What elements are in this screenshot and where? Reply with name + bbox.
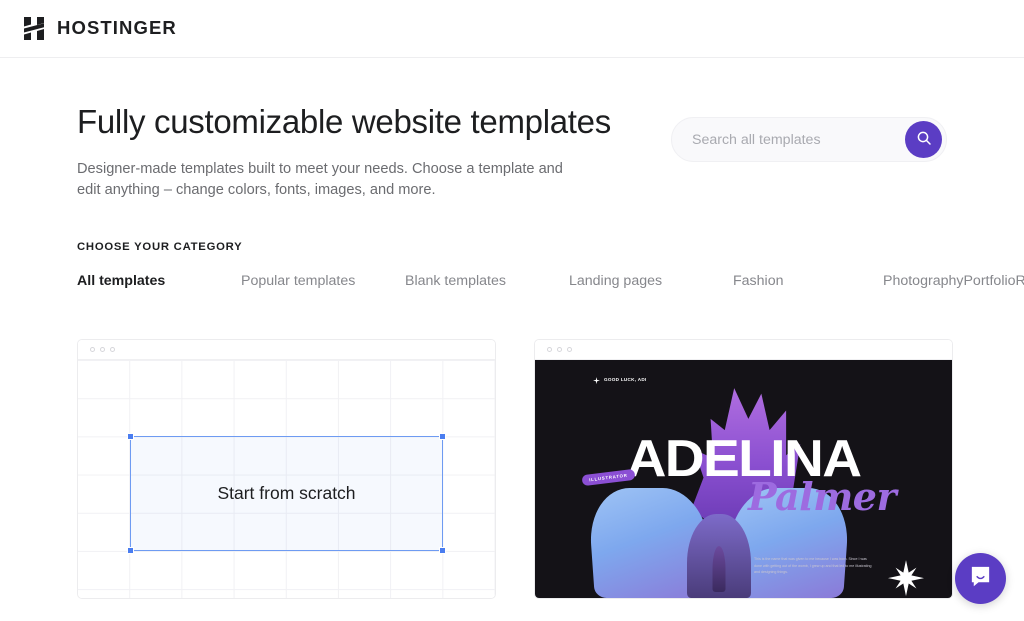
site-header: HOSTINGER xyxy=(0,0,1024,58)
canvas-selection-box[interactable]: Start from scratch xyxy=(127,433,446,555)
category-item-photography[interactable]: Photography xyxy=(883,272,963,301)
template-card-adelina-palmer[interactable]: GOOD LUCK, ADI ADELINA ILLUSTRATOR Palme… xyxy=(534,339,953,600)
category-area: All templates Popular templates Blank te… xyxy=(77,272,1024,301)
category-list: All templates Popular templates Blank te… xyxy=(77,272,1024,301)
search-icon xyxy=(916,130,932,149)
page-title: Fully customizable website templates xyxy=(77,103,611,140)
chrome-dot-icon xyxy=(547,347,552,353)
template-card-start-from-scratch[interactable]: Start from scratch xyxy=(77,339,496,600)
hero-text-block: Fully customizable website templates Des… xyxy=(77,103,611,200)
start-from-scratch-label: Start from scratch xyxy=(217,483,356,504)
chat-bubble-icon xyxy=(968,564,993,594)
browser-chrome-bar xyxy=(78,340,495,361)
template-preview: GOOD LUCK, ADI ADELINA ILLUSTRATOR Palme… xyxy=(535,360,952,599)
category-item-blank-templates[interactable]: Blank templates xyxy=(405,272,506,301)
search-bar[interactable] xyxy=(671,117,947,162)
chrome-dot-icon xyxy=(557,347,562,353)
search-input[interactable] xyxy=(692,118,905,161)
chrome-dot-icon xyxy=(90,347,95,353)
page-content: Fully customizable website templates Des… xyxy=(0,58,1024,600)
page-subtitle: Designer-made templates built to meet yo… xyxy=(77,160,563,198)
poster-logo: GOOD LUCK, ADI xyxy=(593,377,647,385)
template-preview: Start from scratch xyxy=(78,360,495,599)
brand-logo-link[interactable]: HOSTINGER xyxy=(22,16,177,41)
search-button[interactable] xyxy=(905,121,942,158)
category-section: CHOOSE YOUR CATEGORY All templates Popul… xyxy=(77,241,1024,301)
candle-shape xyxy=(712,546,726,593)
category-item-landing-pages[interactable]: Landing pages xyxy=(569,272,662,301)
brand-name: HOSTINGER xyxy=(57,17,177,39)
adelina-poster-artwork: GOOD LUCK, ADI ADELINA ILLUSTRATOR Palme… xyxy=(535,360,952,599)
poster-logo-text: GOOD LUCK, ADI xyxy=(604,377,647,383)
category-heading: CHOOSE YOUR CATEGORY xyxy=(77,241,243,254)
category-item-resume[interactable]: Resume xyxy=(1016,272,1024,301)
category-item-portfolio[interactable]: Portfolio xyxy=(963,272,1015,301)
star-icon xyxy=(593,377,600,385)
hero-section: Fully customizable website templates Des… xyxy=(77,58,947,200)
category-item-popular-templates[interactable]: Popular templates xyxy=(241,272,355,301)
hostinger-h-logo-icon xyxy=(22,16,46,41)
poster-paragraph: This is the name that was given to me be… xyxy=(754,557,872,575)
sparkle-star-icon xyxy=(888,560,924,597)
template-grid: Start from scratch GOOD LUCK, ADI ADELIN… xyxy=(77,339,953,600)
browser-chrome-bar xyxy=(535,340,952,361)
category-item-all-templates[interactable]: All templates xyxy=(77,272,165,301)
chrome-dot-icon xyxy=(110,347,115,353)
category-item-fashion[interactable]: Fashion xyxy=(733,272,783,301)
poster-subtitle: Palmer xyxy=(747,474,897,520)
chrome-dot-icon xyxy=(100,347,105,353)
chrome-dot-icon xyxy=(567,347,572,353)
chat-launcher-button[interactable] xyxy=(955,553,1006,604)
